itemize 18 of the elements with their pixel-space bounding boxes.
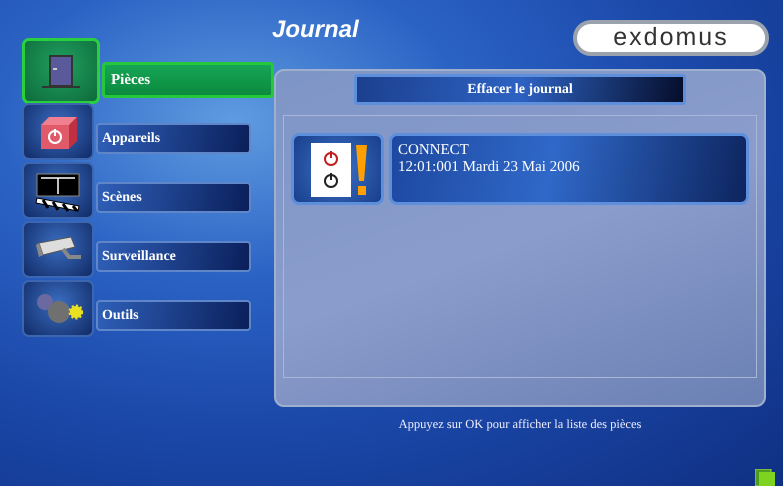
menu-tile[interactable]: [22, 103, 94, 160]
menu-item[interactable]: Pièces: [102, 62, 274, 98]
hint-text: Appuyez sur OK pour afficher la liste des pièces: [398, 416, 642, 433]
log-entry[interactable]: CONNECT 12:01:001 Mardi 23 Mai 2006: [389, 133, 749, 205]
page-title: Journal: [272, 16, 359, 44]
menu-tile[interactable]: [22, 162, 94, 219]
event-timestamp: 12:01:001 Mardi 23 Mai 2006: [398, 159, 581, 176]
event-name: CONNECT: [398, 142, 470, 159]
status-indicator-icon: [755, 469, 775, 486]
menu-item[interactable]: Outils: [96, 300, 251, 331]
menu-item[interactable]: Surveillance: [96, 241, 251, 272]
menu-tile[interactable]: [22, 221, 94, 278]
clear-log-button[interactable]: Effacer le journal: [354, 74, 686, 105]
brand-logo: exdomus: [573, 20, 769, 56]
menu-item[interactable]: Appareils: [96, 123, 251, 154]
menu-tile[interactable]: [22, 280, 94, 337]
menu-item[interactable]: Scènes: [96, 182, 251, 213]
menu-tile[interactable]: [22, 38, 100, 104]
